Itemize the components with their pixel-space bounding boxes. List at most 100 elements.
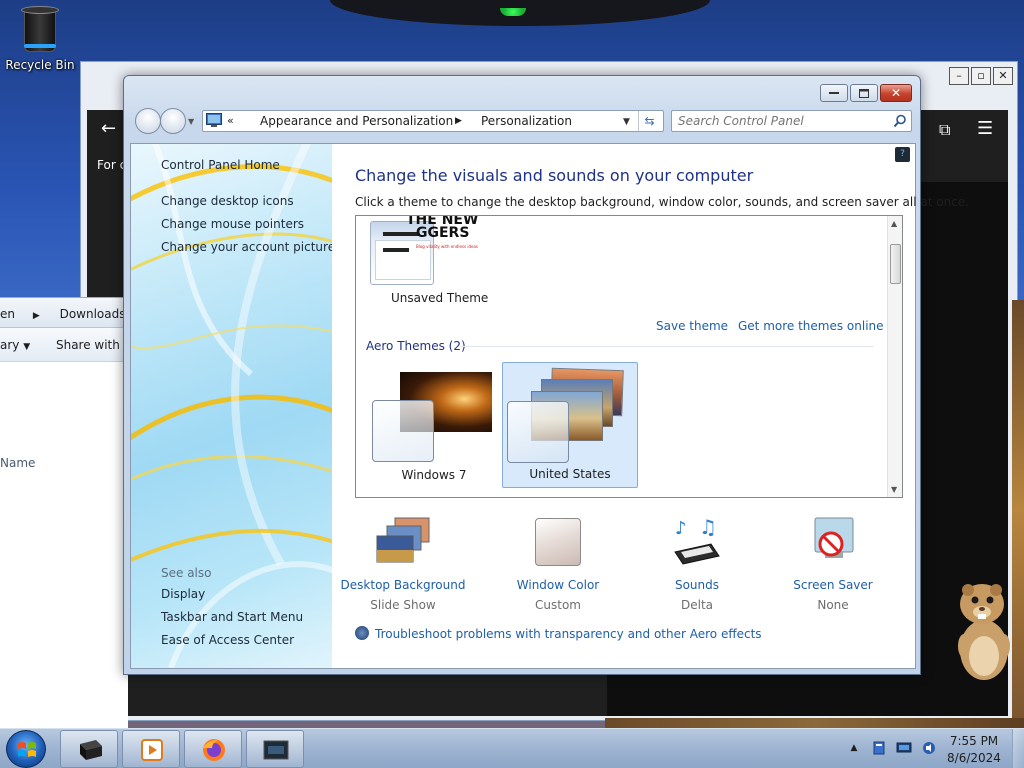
control-panel-home-link[interactable]: Control Panel Home	[161, 158, 280, 172]
desktop-background-item[interactable]: Desktop Background Slide Show	[333, 516, 473, 612]
ease-of-access-link[interactable]: Ease of Access Center	[161, 633, 294, 647]
action-center-icon[interactable]	[871, 741, 887, 755]
screen-saver-item[interactable]: Screen Saver None	[763, 516, 903, 612]
forward-button[interactable]	[160, 108, 186, 134]
led-indicator	[500, 8, 526, 16]
breadcrumb-overflow[interactable]: «	[227, 114, 234, 127]
taskbar-app-window[interactable]	[246, 730, 304, 768]
minimize-button[interactable]: –	[949, 67, 969, 85]
taskbar-app-terminal[interactable]	[60, 730, 118, 768]
sounds-value: Delta	[680, 598, 713, 612]
tray-expand-icon[interactable]: ▲	[846, 741, 862, 755]
share-with-button[interactable]: Share with ▼	[56, 338, 131, 352]
help-icon[interactable]: ?	[895, 147, 910, 162]
search-icon[interactable]	[893, 114, 907, 128]
network-icon[interactable]	[896, 741, 912, 755]
troubleshoot-link[interactable]: Troubleshoot problems with transparency …	[375, 627, 762, 641]
svg-text:♫: ♫	[699, 516, 717, 539]
include-in-library-button[interactable]: ary ▼	[0, 338, 30, 352]
column-header-name[interactable]: Name	[0, 456, 35, 470]
search-input[interactable]	[678, 112, 888, 130]
theme-list: THE NEW GGERS Blog vitality with endless…	[355, 215, 903, 498]
change-mouse-pointers-link[interactable]: Change mouse pointers	[161, 217, 304, 231]
maximize-button[interactable]: ▫	[971, 67, 991, 85]
sounds-item[interactable]: ♪ ♫ Sounds Delta	[627, 515, 767, 612]
clock[interactable]: 7:55 PM 8/6/2024	[944, 733, 1004, 767]
back-button[interactable]	[135, 108, 161, 134]
desktop-background-icon	[376, 516, 430, 568]
page-title: Change the visuals and sounds on your co…	[355, 166, 754, 185]
explorer-crumb-downloads[interactable]: Downloads	[60, 307, 126, 321]
back-arrow-icon[interactable]: ←	[101, 118, 116, 139]
explorer-command-bar: ary ▼ Share with ▼	[0, 328, 131, 362]
minimize-button[interactable]	[820, 84, 848, 102]
breadcrumb-personalization[interactable]: Personalization	[481, 114, 572, 128]
recent-pages-icon[interactable]: ▼	[188, 117, 194, 126]
scroll-down-icon[interactable]: ▼	[891, 485, 897, 494]
maximize-button[interactable]	[850, 84, 878, 102]
taskbar-start-menu-link[interactable]: Taskbar and Start Menu	[161, 610, 303, 624]
window-color-title: Window Color	[516, 578, 600, 592]
volume-icon[interactable]	[921, 741, 937, 755]
theme-united-states[interactable]: United States	[502, 362, 638, 488]
content-area: Control Panel Home Change desktop icons …	[130, 143, 969, 669]
extensions-icon[interactable]: ⧉	[939, 120, 950, 140]
recycle-bin-icon	[21, 6, 59, 52]
left-pane: Control Panel Home Change desktop icons …	[131, 144, 332, 668]
top-decoration	[330, 0, 710, 26]
united-states-glass-thumbnail	[507, 401, 569, 463]
refresh-icon[interactable]: ⇆	[638, 111, 660, 131]
personalization-window: ✕ ▼ « Appearance and Personalization ▶ P…	[123, 75, 969, 675]
window-color-value: Custom	[535, 598, 581, 612]
change-desktop-icons-link[interactable]: Change desktop icons	[161, 194, 294, 208]
hamster-figure	[958, 584, 1010, 680]
explorer-address-bar[interactable]: en ▶ Downloads	[0, 298, 128, 328]
search-box[interactable]	[671, 110, 912, 132]
screen-saver-value: None	[817, 598, 849, 612]
troubleshoot-icon	[355, 626, 369, 640]
breadcrumb-appearance[interactable]: Appearance and Personalization	[260, 114, 453, 128]
desktop-background-value: Slide Show	[370, 598, 436, 612]
taskbar: ▲ 7:55 PM 8/6/2024	[0, 728, 1024, 768]
menu-icon[interactable]: ☰	[977, 118, 993, 139]
desktop-background-title: Desktop Background	[340, 578, 466, 592]
theme-united-states-label: United States	[529, 467, 611, 481]
control-panel-icon	[206, 113, 222, 127]
unsaved-theme-caption: THE NEW GGERS Blog vitality with endless…	[406, 215, 479, 249]
theme-windows-7[interactable]: Windows 7	[366, 362, 502, 488]
explorer-window: en ▶ Downloads ary ▼ Share with ▼ Name	[0, 297, 131, 728]
navigation-bar: ▼ « Appearance and Personalization ▶ Per…	[132, 107, 914, 135]
save-theme-link[interactable]: Save theme	[656, 319, 728, 333]
chevron-right-icon[interactable]: ▶	[455, 116, 462, 126]
screen-saver-icon	[807, 516, 859, 568]
screen-saver-title: Screen Saver	[793, 578, 873, 592]
scroll-thumb[interactable]	[890, 244, 901, 284]
firefox-icon	[203, 739, 225, 761]
troubleshoot-row: Troubleshoot problems with transparency …	[355, 626, 762, 641]
theme-list-scrollbar[interactable]: ▲ ▼	[887, 216, 902, 497]
address-dropdown-icon[interactable]: ▼	[623, 117, 630, 127]
theme-windows-7-label: Windows 7	[401, 468, 467, 482]
svg-text:♪: ♪	[675, 518, 687, 539]
window-color-item[interactable]: Window Color Custom	[488, 516, 628, 612]
recycle-bin[interactable]: Recycle Bin	[4, 6, 76, 72]
address-bar[interactable]: « Appearance and Personalization ▶ Perso…	[202, 110, 664, 132]
start-button[interactable]	[6, 730, 46, 768]
media-player-icon	[141, 739, 163, 761]
system-tray: ▲	[846, 741, 937, 755]
taskbar-app-firefox[interactable]	[184, 730, 242, 768]
taskbar-app-media-player[interactable]	[122, 730, 180, 768]
sounds-title: Sounds	[674, 578, 720, 592]
display-link[interactable]: Display	[161, 587, 205, 601]
group-divider	[460, 346, 874, 347]
sounds-icon: ♪ ♫	[671, 515, 723, 568]
show-desktop-button[interactable]	[1012, 729, 1024, 768]
close-button[interactable]: ✕	[880, 84, 912, 102]
recycle-bin-label: Recycle Bin	[5, 58, 75, 72]
get-more-themes-link[interactable]: Get more themes online	[738, 319, 884, 333]
change-account-picture-link[interactable]: Change your account picture	[161, 240, 332, 254]
aero-themes-header: Aero Themes (2)	[366, 339, 466, 353]
close-button[interactable]: ✕	[993, 67, 1013, 85]
right-pane: ? Change the visuals and sounds on your …	[332, 144, 969, 668]
scroll-up-icon[interactable]: ▲	[891, 219, 897, 228]
